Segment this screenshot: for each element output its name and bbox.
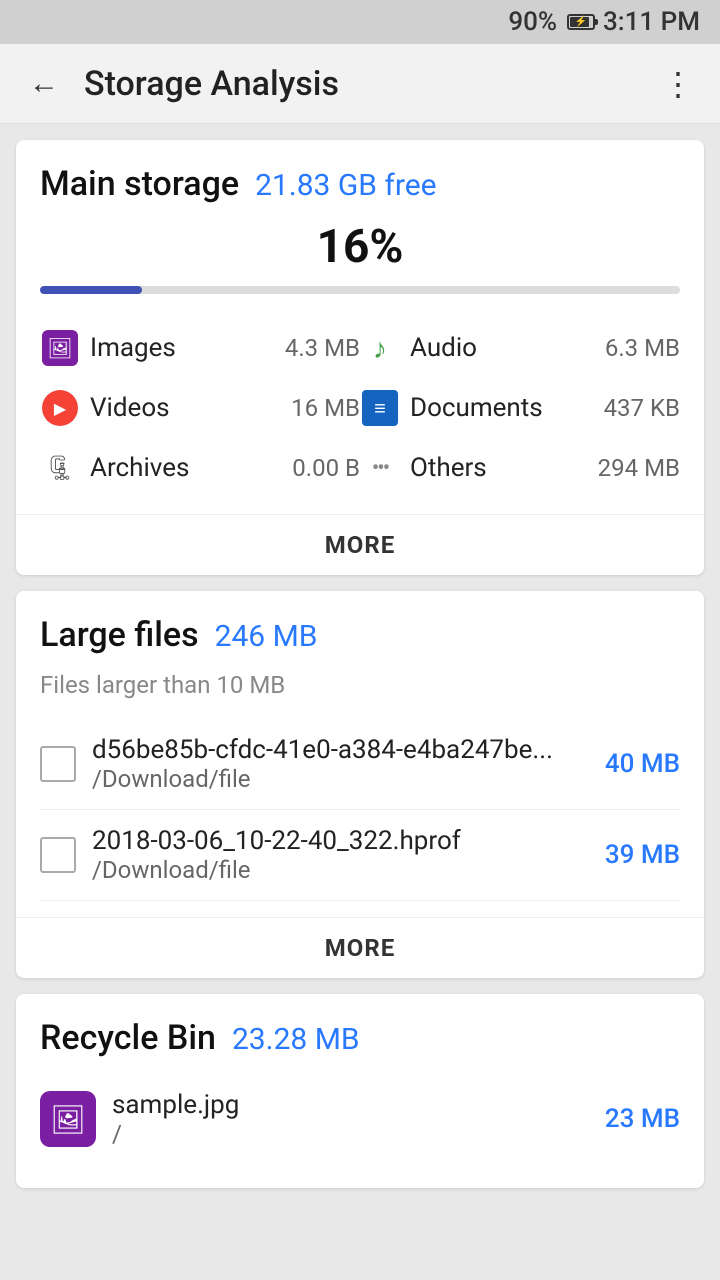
file-checkbox-1[interactable] — [40, 746, 76, 782]
file-checkbox-2[interactable] — [40, 837, 76, 873]
recycle-file-icon: 🖼 — [40, 1091, 96, 1147]
documents-size: 437 KB — [604, 394, 680, 422]
audio-label: Audio — [410, 333, 595, 363]
file-info-2: 2018-03-06_10-22-40_322.hprof /Download/… — [92, 826, 589, 884]
videos-label: Videos — [90, 393, 281, 423]
category-audio: ♪ Audio 6.3 MB — [360, 318, 680, 378]
category-archives: 🗜 Archives 0.00 B — [40, 438, 360, 498]
main-storage-title: Main storage — [40, 164, 239, 204]
main-storage-free: 21.83 GB free — [255, 168, 437, 203]
archives-size: 0.00 B — [292, 454, 360, 482]
recycle-file-size-1: 23 MB — [605, 1104, 680, 1134]
file-size-2: 39 MB — [605, 840, 680, 870]
file-size-1: 40 MB — [605, 749, 680, 779]
storage-percentage: 16% — [40, 220, 680, 274]
images-label: Images — [90, 333, 275, 363]
others-size: 294 MB — [598, 454, 680, 482]
status-bar: 90% ⚡ 3:11 PM — [0, 0, 720, 44]
file-path-2: /Download/file — [92, 856, 589, 884]
images-icon: 🖼 — [40, 328, 80, 368]
more-dots-icon: ⋮ — [662, 68, 690, 100]
recycle-bin-header: Recycle Bin 23.28 MB — [40, 1018, 680, 1058]
recycle-bin-title: Recycle Bin — [40, 1018, 216, 1058]
large-files-header: Large files 246 MB — [40, 615, 680, 655]
battery-text: 90% — [508, 7, 557, 37]
file-name-1: d56be85b-cfdc-41e0-a384-e4ba247be... — [92, 735, 589, 765]
images-size: 4.3 MB — [285, 334, 360, 362]
others-icon: ••• — [360, 448, 400, 488]
audio-icon: ♪ — [360, 328, 400, 368]
recycle-bin-total: 23.28 MB — [232, 1022, 360, 1057]
documents-icon: ≡ — [360, 388, 400, 428]
content: Main storage 21.83 GB free 16% 🖼 Images … — [0, 124, 720, 1204]
large-files-card: Large files 246 MB Files larger than 10 … — [16, 591, 704, 978]
audio-size: 6.3 MB — [605, 334, 680, 362]
progress-bar-fill — [40, 286, 142, 294]
archives-icon: 🗜 — [40, 448, 80, 488]
large-file-item-1[interactable]: d56be85b-cfdc-41e0-a384-e4ba247be... /Do… — [40, 719, 680, 810]
large-files-total: 246 MB — [215, 619, 318, 654]
large-files-title: Large files — [40, 615, 199, 655]
main-storage-card: Main storage 21.83 GB free 16% 🖼 Images … — [16, 140, 704, 575]
progress-bar-container — [40, 286, 680, 294]
recycle-file-path-1: / — [112, 1120, 589, 1148]
category-documents: ≡ Documents 437 KB — [360, 378, 680, 438]
large-files-subtitle: Files larger than 10 MB — [40, 671, 680, 699]
main-storage-header: Main storage 21.83 GB free — [40, 164, 680, 204]
archives-label: Archives — [90, 453, 282, 483]
large-files-more-button[interactable]: MORE — [16, 917, 704, 978]
back-arrow-icon: ← — [29, 66, 59, 101]
videos-icon: ▶ — [40, 388, 80, 428]
large-file-item-2[interactable]: 2018-03-06_10-22-40_322.hprof /Download/… — [40, 810, 680, 901]
category-videos: ▶ Videos 16 MB — [40, 378, 360, 438]
recycle-file-item-1[interactable]: 🖼 sample.jpg / 23 MB — [40, 1074, 680, 1164]
videos-size: 16 MB — [291, 394, 360, 422]
time-text: 3:11 PM — [603, 7, 700, 37]
app-bar: ← Storage Analysis ⋮ — [0, 44, 720, 124]
main-storage-more-label: MORE — [325, 531, 395, 559]
page-title: Storage Analysis — [84, 64, 652, 104]
categories-grid: 🖼 Images 4.3 MB ♪ Audio 6.3 MB ▶ Videos … — [40, 318, 680, 498]
battery-icon: ⚡ — [567, 14, 595, 30]
recycle-file-name-1: sample.jpg — [112, 1090, 589, 1120]
overflow-menu-button[interactable]: ⋮ — [652, 60, 700, 108]
back-button[interactable]: ← — [20, 60, 68, 108]
file-path-1: /Download/file — [92, 765, 589, 793]
main-storage-more-button[interactable]: MORE — [16, 514, 704, 575]
recycle-file-info-1: sample.jpg / — [112, 1090, 589, 1148]
category-others: ••• Others 294 MB — [360, 438, 680, 498]
large-files-more-label: MORE — [325, 934, 395, 962]
recycle-bin-card: Recycle Bin 23.28 MB 🖼 sample.jpg / 23 M… — [16, 994, 704, 1188]
file-info-1: d56be85b-cfdc-41e0-a384-e4ba247be... /Do… — [92, 735, 589, 793]
file-name-2: 2018-03-06_10-22-40_322.hprof — [92, 826, 589, 856]
category-images: 🖼 Images 4.3 MB — [40, 318, 360, 378]
others-label: Others — [410, 453, 588, 483]
documents-label: Documents — [410, 393, 594, 423]
